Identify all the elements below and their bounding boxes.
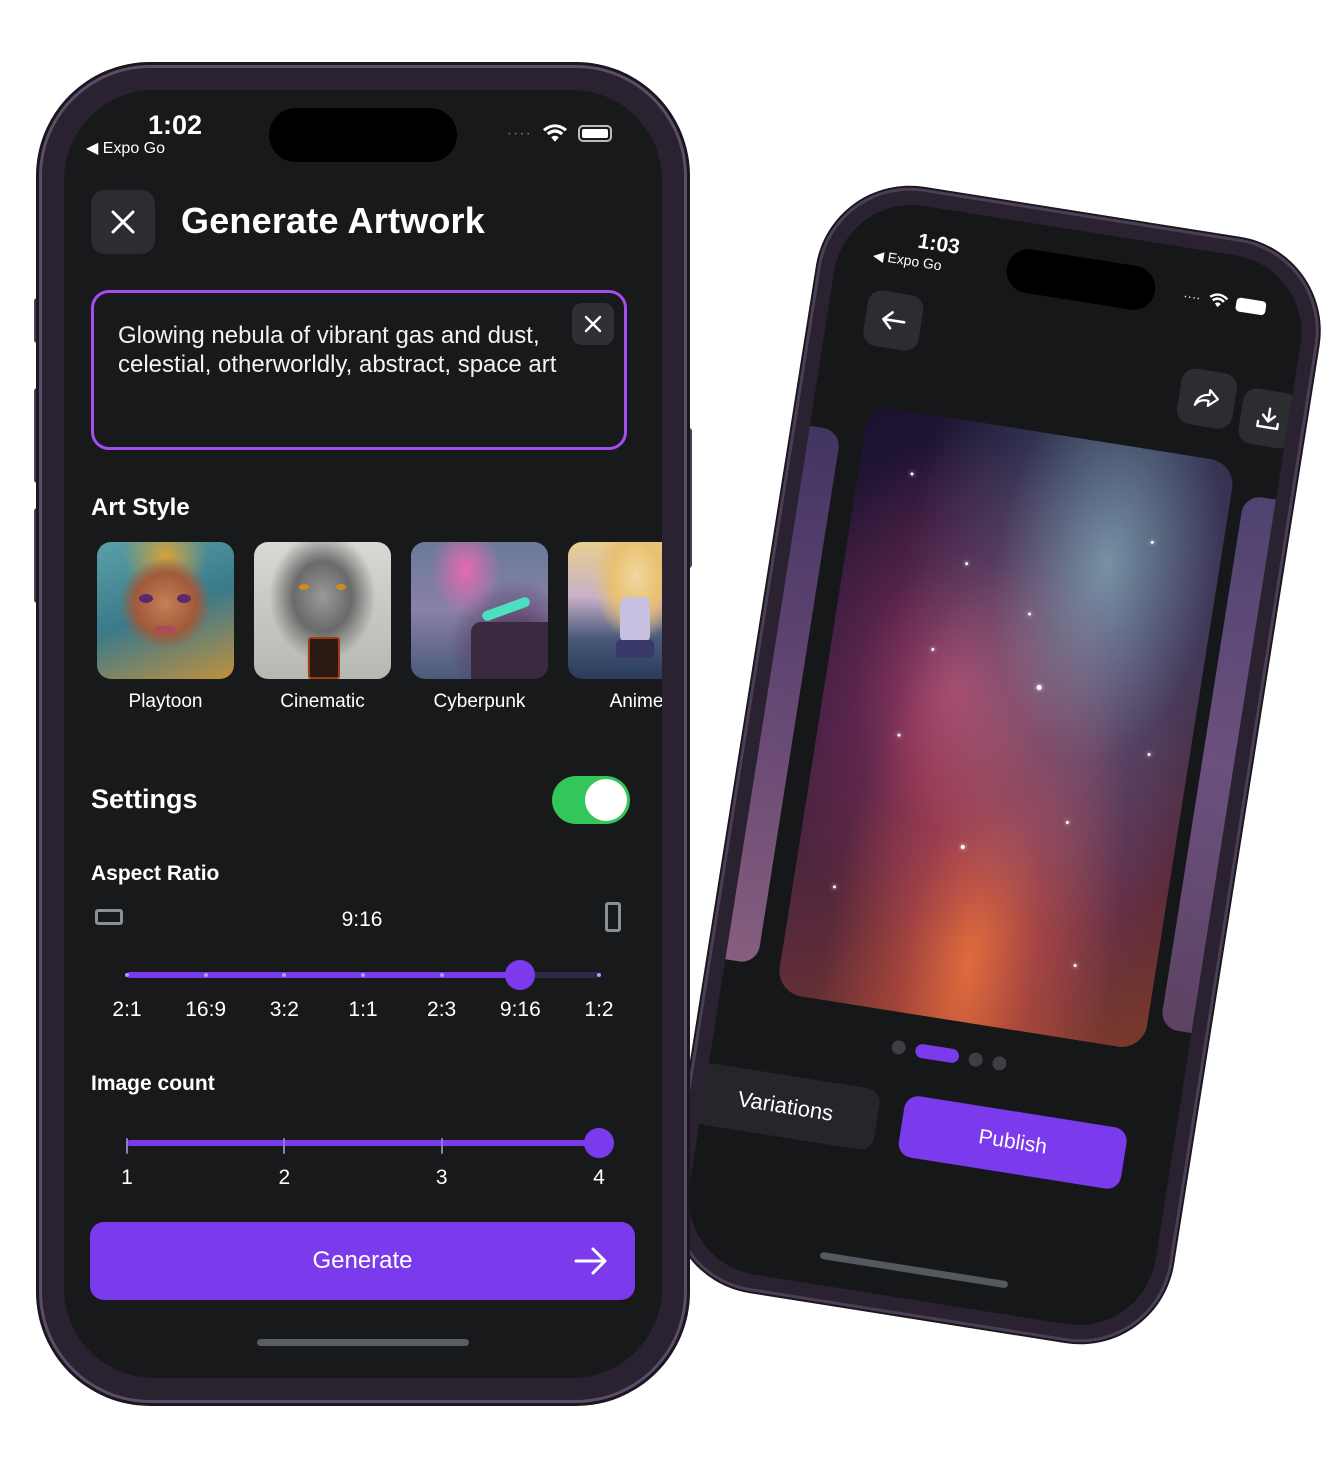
pagination-dot[interactable] <box>991 1055 1008 1072</box>
home-indicator <box>257 1339 469 1346</box>
slider-tick <box>440 1138 443 1154</box>
phone-back: 1:03 ◀ Expo Go ···· Variations Publish <box>661 177 1329 1353</box>
slider-tick-label[interactable]: 2:1 <box>97 998 157 1022</box>
dynamic-island <box>1003 246 1159 313</box>
slider-fill <box>127 972 521 978</box>
style-label: Cinematic <box>280 691 365 712</box>
slider-tick <box>439 973 444 977</box>
slider-fill <box>127 1140 599 1146</box>
dynamic-island <box>269 108 457 162</box>
clear-prompt-button[interactable] <box>572 303 614 345</box>
slider-tick <box>361 973 365 977</box>
art-style-list: Playtoon Cinematic Cyberpunk Anime <box>97 542 662 732</box>
aspect-ratio-value: 9:16 <box>341 908 383 931</box>
pagination-dot[interactable] <box>967 1051 984 1068</box>
art-style-heading: Art Style <box>91 494 190 521</box>
slider-tick-label[interactable]: 16:9 <box>176 998 236 1022</box>
slider-tick-label[interactable]: 1:2 <box>569 998 629 1022</box>
battery-icon <box>578 125 612 142</box>
status-time: 1:02 <box>148 110 203 140</box>
generate-label: Generate <box>312 1247 413 1274</box>
phone-front: 1:02 ◀ Expo Go ···· Generate Artwork Glo… <box>34 68 692 1400</box>
generate-button[interactable]: Generate <box>90 1222 635 1300</box>
back-to-app-link[interactable]: ◀ Expo Go <box>86 138 165 158</box>
volume-down-button <box>34 508 40 603</box>
style-option-cinematic[interactable]: Cinematic <box>254 542 391 713</box>
signal-icon: ···· <box>506 124 532 142</box>
variations-button[interactable]: Variations <box>689 1061 882 1152</box>
style-thumbnail-playtoon <box>97 542 234 679</box>
slider-tick-label[interactable]: 1:1 <box>333 998 393 1022</box>
style-label: Anime <box>609 691 662 712</box>
publish-button[interactable]: Publish <box>896 1094 1129 1191</box>
style-thumbnail-cinematic <box>254 542 391 679</box>
slider-tick-label[interactable]: 2:3 <box>412 998 472 1022</box>
share-icon <box>1193 388 1220 407</box>
mute-switch <box>34 298 40 343</box>
slider-tick-label[interactable]: 4 <box>569 1166 629 1190</box>
style-label: Cyberpunk <box>433 691 526 712</box>
slider-tick-label[interactable]: 3:2 <box>254 998 314 1022</box>
style-option-anime[interactable]: Anime <box>568 542 662 713</box>
pagination-dot[interactable] <box>890 1039 907 1056</box>
volume-up-button <box>34 388 40 483</box>
slider-tick <box>203 973 208 977</box>
nebula-artwork-image[interactable] <box>775 404 1237 1051</box>
close-icon <box>584 315 602 333</box>
close-button[interactable] <box>91 190 155 254</box>
power-button <box>686 428 692 568</box>
slider-thumb[interactable] <box>584 1128 614 1158</box>
pagination-dot-active[interactable] <box>914 1043 960 1064</box>
image-count-heading: Image count <box>91 1072 215 1095</box>
style-thumbnail-anime <box>568 542 662 679</box>
signal-icon: ···· <box>1182 287 1202 306</box>
phone-back-screen: 1:03 ◀ Expo Go ···· Variations Publish <box>677 193 1313 1337</box>
slider-thumb[interactable] <box>505 960 536 990</box>
slider-tick-label[interactable]: 2 <box>254 1166 314 1190</box>
portrait-icon <box>605 902 621 932</box>
slider-tick <box>126 1138 128 1154</box>
prompt-input[interactable]: Glowing nebula of vibrant gas and dust, … <box>91 290 627 450</box>
style-option-playtoon[interactable]: Playtoon <box>97 542 234 713</box>
aspect-ratio-heading: Aspect Ratio <box>91 862 220 885</box>
slider-tick <box>597 973 601 977</box>
share-button[interactable] <box>1174 366 1239 431</box>
prompt-text[interactable]: Glowing nebula of vibrant gas and dust, … <box>118 321 578 379</box>
download-icon <box>1256 407 1280 431</box>
style-option-cyberpunk[interactable]: Cyberpunk <box>411 542 548 713</box>
arrow-left-icon <box>882 311 906 330</box>
back-button[interactable] <box>861 288 926 353</box>
battery-icon <box>1235 296 1267 316</box>
slider-tick-label[interactable]: 1 <box>97 1166 157 1190</box>
page-title: Generate Artwork <box>181 200 485 241</box>
toggle-knob <box>585 779 627 821</box>
wifi-icon <box>1209 293 1229 308</box>
slider-tick <box>125 973 129 977</box>
slider-tick-label[interactable]: 3 <box>412 1166 472 1190</box>
close-icon <box>111 210 135 234</box>
status-icons: ···· <box>507 124 612 143</box>
phone-front-screen: 1:02 ◀ Expo Go ···· Generate Artwork Glo… <box>64 90 662 1378</box>
wifi-icon <box>542 124 568 142</box>
status-icons: ···· <box>1182 288 1267 316</box>
style-label: Playtoon <box>128 691 203 712</box>
settings-toggle[interactable] <box>552 776 630 824</box>
slider-tick-label[interactable]: 9:16 <box>490 998 550 1022</box>
landscape-icon <box>95 909 123 925</box>
arrow-right-icon <box>574 1247 607 1275</box>
style-thumbnail-cyberpunk <box>411 542 548 679</box>
home-indicator <box>819 1251 1009 1289</box>
settings-heading: Settings <box>91 784 198 814</box>
